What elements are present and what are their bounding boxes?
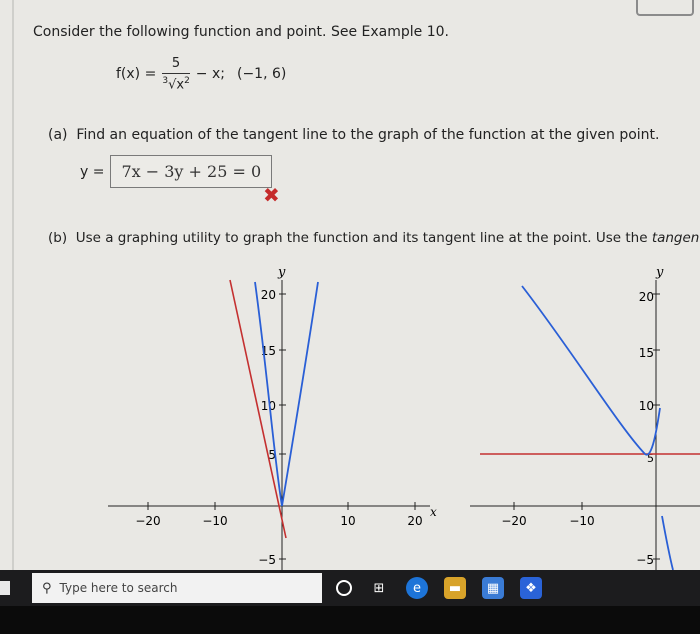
- y-tick-label: 20: [639, 290, 654, 304]
- answer-input[interactable]: 7x − 3y + 25 = 0: [110, 155, 273, 188]
- part-b-prompt: (b) Use a graphing utility to graph the …: [48, 230, 700, 246]
- y-tick-label: 15: [639, 346, 654, 360]
- function-fraction: 5 3√x2: [162, 56, 190, 93]
- graph-2: y 20 15 10 5 −5 −20 −10: [470, 265, 700, 570]
- x-tick-label: −10: [569, 514, 594, 528]
- part-a-text: Find an equation of the tangent line to …: [76, 127, 660, 143]
- task-view-icon[interactable]: ⊞: [368, 577, 390, 599]
- dropbox-icon[interactable]: ❖: [520, 577, 542, 599]
- answer-row: y = 7x − 3y + 25 = 0: [80, 155, 273, 188]
- part-b-label: (b): [48, 230, 68, 246]
- y-tick-label: 10: [639, 399, 654, 413]
- file-explorer-icon[interactable]: ▬: [444, 577, 466, 599]
- x-tick-label: −20: [501, 514, 526, 528]
- incorrect-icon: ✖: [263, 183, 280, 207]
- function-rest: − x;: [195, 66, 225, 83]
- tangent-line: [229, 279, 287, 539]
- root-index: 3: [162, 76, 169, 86]
- webassign-page: Consider the following function and poin…: [0, 0, 700, 570]
- function-numerator: 5: [171, 56, 181, 71]
- y-tick-label: −5: [636, 553, 654, 567]
- x-tick-label: −10: [202, 514, 227, 528]
- function-curve-right: [661, 515, 674, 570]
- edge-browser-icon[interactable]: e: [406, 577, 428, 599]
- function-curve: [254, 281, 319, 507]
- part-a-prompt: (a) Find an equation of the tangent line…: [48, 127, 660, 143]
- radicand-exponent: 2: [184, 76, 190, 86]
- question-intro: Consider the following function and poin…: [33, 24, 449, 40]
- x-axis-label: x: [430, 505, 437, 519]
- monitor-bezel: [0, 606, 700, 634]
- part-a-label: (a): [48, 127, 68, 143]
- taskbar-search[interactable]: ⚲ Type here to search: [32, 573, 322, 603]
- y-tick-label: −5: [258, 553, 276, 567]
- radicand: x: [176, 77, 185, 93]
- part-b-italic-text: tangent fea: [651, 230, 700, 246]
- search-icon: ⚲: [42, 580, 52, 596]
- y-axis-label: y: [277, 265, 286, 280]
- x-tick-label: −20: [135, 514, 160, 528]
- part-b-text: Use a graphing utility to graph the func…: [75, 230, 648, 246]
- function-lhs: f(x) =: [116, 66, 157, 83]
- function-definition: f(x) = 5 3√x2 − x; (−1, 6): [116, 56, 286, 92]
- windows-start-icon[interactable]: [0, 581, 10, 595]
- x-tick-label: 10: [340, 514, 355, 528]
- y-tick-label: 20: [261, 288, 276, 302]
- function-curve-left: [521, 285, 661, 456]
- page-edge: [12, 0, 14, 570]
- graph-1: y x 20 15 10 5 −5 −20 −10 10 20: [108, 265, 437, 570]
- top-right-button[interactable]: [636, 0, 694, 16]
- store-icon[interactable]: ▦: [482, 577, 504, 599]
- function-denominator: 3√x2: [162, 73, 190, 93]
- answer-y-label: y =: [80, 163, 105, 180]
- search-placeholder: Type here to search: [59, 581, 178, 595]
- cortana-icon[interactable]: [336, 580, 352, 596]
- y-axis-label: y: [655, 265, 664, 280]
- windows-taskbar: ⚲ Type here to search ⊞ e ▬ ▦ ❖: [0, 570, 700, 606]
- x-tick-label: 20: [407, 514, 422, 528]
- given-point: (−1, 6): [236, 66, 287, 83]
